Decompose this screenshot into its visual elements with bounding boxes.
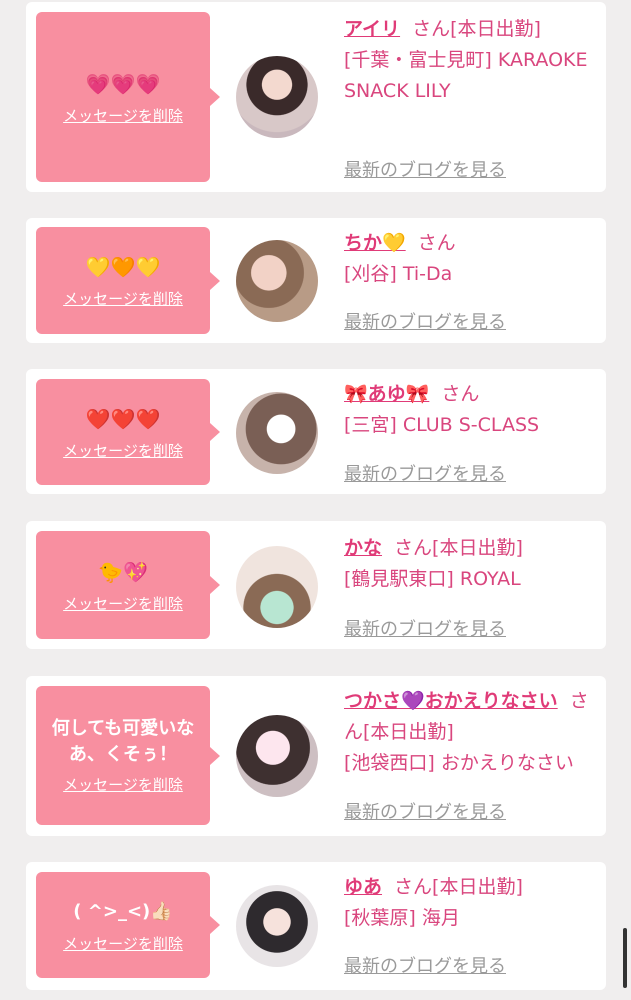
avatar[interactable]: [236, 56, 318, 138]
profile-name-link[interactable]: ゆあ: [344, 876, 382, 898]
profile-info: かな さん[本日出勤] [鶴見駅東口] ROYAL: [344, 533, 599, 595]
avatar[interactable]: [236, 885, 318, 967]
latest-blog-link[interactable]: 最新のブログを見る: [344, 798, 506, 824]
message-text: ( ^>_<)👍🏻: [73, 900, 173, 922]
delete-message-link[interactable]: メッセージを削除: [63, 774, 183, 795]
shift-status: [本日出勤]: [432, 537, 523, 559]
favorite-card: ❤️❤️❤️ メッセージを削除 🎀あゆ🎀 さん [三宮] CLUB S-CLASS…: [26, 369, 606, 494]
profile-info: つかさ💜おかえりなさい さん[本日出勤] [池袋西口] おかえりなさい: [344, 686, 599, 779]
honorific: さん: [441, 383, 480, 405]
avatar[interactable]: [236, 240, 318, 322]
favorite-card: 🐤💖 メッセージを削除 かな さん[本日出勤] [鶴見駅東口] ROYAL 最新の…: [26, 521, 606, 649]
favorite-card: ( ^>_<)👍🏻 メッセージを削除 ゆあ さん[本日出勤] [秋葉原] 海月 最…: [26, 862, 606, 990]
delete-message-link[interactable]: メッセージを削除: [63, 440, 183, 461]
profile-name-link[interactable]: つかさ💜おかえりなさい: [344, 690, 558, 712]
message-text: 何しても可愛いなあ、くそぅ！: [51, 718, 195, 765]
profile-name-link[interactable]: かな: [344, 537, 382, 559]
honorific: さん: [417, 232, 456, 254]
shop-name: [千葉・富士見町] KARAOKE SNACK LILY: [344, 49, 588, 102]
favorite-card: 💗💗💗 メッセージを削除 アイリ さん[本日出勤] [千葉・富士見町] KARAO…: [26, 2, 606, 192]
message-bubble: ❤️❤️❤️ メッセージを削除: [36, 379, 220, 485]
latest-blog-link[interactable]: 最新のブログを見る: [344, 952, 506, 978]
honorific: さん: [412, 18, 451, 40]
shift-status: [本日出勤]: [363, 721, 454, 743]
shop-name: [秋葉原] 海月: [344, 907, 460, 929]
message-bubble: 💛🧡💛 メッセージを削除: [36, 227, 220, 334]
delete-message-link[interactable]: メッセージを削除: [63, 933, 183, 954]
latest-blog-link[interactable]: 最新のブログを見る: [344, 460, 506, 486]
honorific: さん: [394, 876, 433, 898]
shop-name: [三宮] CLUB S-CLASS: [344, 414, 540, 436]
message-text: ❤️❤️❤️: [85, 406, 161, 431]
avatar[interactable]: [236, 715, 318, 797]
profile-info: ゆあ さん[本日出勤] [秋葉原] 海月: [344, 872, 599, 934]
latest-blog-link[interactable]: 最新のブログを見る: [344, 308, 506, 334]
favorite-card: 何しても可愛いなあ、くそぅ！ メッセージを削除 つかさ💜おかえりなさい さん[本日…: [26, 676, 606, 836]
profile-info: 🎀あゆ🎀 さん [三宮] CLUB S-CLASS: [344, 379, 599, 441]
message-text: 💛🧡💛: [85, 255, 161, 279]
shift-status: [本日出勤]: [432, 876, 523, 898]
delete-message-link[interactable]: メッセージを削除: [63, 105, 183, 126]
favorite-card: 💛🧡💛 メッセージを削除 ちか💛 さん [刈谷] Ti-Da 最新のブログを見る: [26, 218, 606, 343]
delete-message-link[interactable]: メッセージを削除: [63, 288, 183, 309]
latest-blog-link[interactable]: 最新のブログを見る: [344, 156, 506, 182]
honorific: さん: [394, 537, 433, 559]
shift-status: [本日出勤]: [450, 18, 541, 40]
shop-name: [鶴見駅東口] ROYAL: [344, 568, 521, 590]
profile-name-link[interactable]: アイリ: [344, 18, 400, 40]
avatar[interactable]: [236, 392, 318, 474]
scrollbar[interactable]: [623, 928, 627, 988]
message-text: 🐤💖: [98, 559, 148, 584]
avatar[interactable]: [236, 546, 318, 628]
shop-name: [刈谷] Ti-Da: [344, 263, 453, 285]
message-bubble: 🐤💖 メッセージを削除: [36, 531, 220, 639]
shop-name: [池袋西口] おかえりなさい: [344, 752, 574, 774]
profile-info: アイリ さん[本日出勤] [千葉・富士見町] KARAOKE SNACK LILY: [344, 14, 599, 107]
profile-name-link[interactable]: 🎀あゆ🎀: [344, 383, 429, 405]
latest-blog-link[interactable]: 最新のブログを見る: [344, 615, 506, 641]
message-bubble: 💗💗💗 メッセージを削除: [36, 12, 220, 182]
message-bubble: ( ^>_<)👍🏻 メッセージを削除: [36, 872, 220, 978]
message-text: 💗💗💗: [85, 71, 161, 96]
profile-name-link[interactable]: ちか💛: [344, 232, 406, 254]
message-bubble: 何しても可愛いなあ、くそぅ！ メッセージを削除: [36, 686, 220, 825]
delete-message-link[interactable]: メッセージを削除: [63, 593, 183, 614]
profile-info: ちか💛 さん [刈谷] Ti-Da: [344, 228, 599, 290]
